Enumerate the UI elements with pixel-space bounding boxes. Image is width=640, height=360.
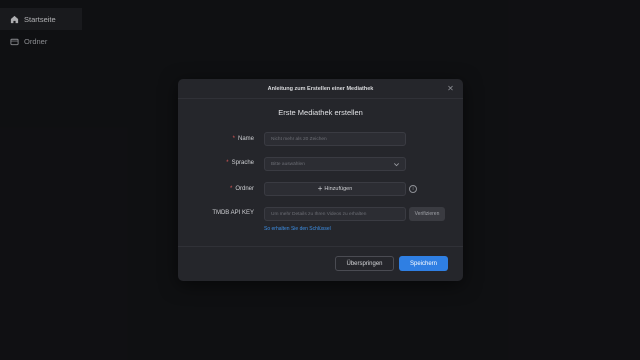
tmdb-placeholder: Um mehr Details zu Ihren Videos zu erhal…	[271, 211, 367, 217]
language-placeholder: Bitte auswählen	[271, 161, 305, 167]
name-placeholder: Nicht mehr als 20 Zeichen	[271, 136, 327, 142]
close-icon[interactable]: ✕	[446, 84, 455, 93]
required-marker: *	[229, 186, 233, 192]
skip-button[interactable]: Überspringen	[335, 256, 394, 271]
api-key-help-link[interactable]: So erhalten Sie den Schlüssel	[264, 226, 331, 232]
language-label: * Sprache	[226, 160, 254, 166]
required-marker: *	[232, 136, 235, 142]
tmdb-api-key-input[interactable]: Um mehr Details zu Ihren Videos zu erhal…	[264, 207, 406, 221]
tmdb-label: TMDB API KEY	[212, 210, 254, 216]
add-folder-button[interactable]: + Hinzufügen	[264, 182, 406, 196]
dialog-header: Anleitung zum Erstellen einer Mediathek	[178, 79, 463, 99]
info-icon[interactable]: i	[409, 185, 417, 193]
add-folder-label: Hinzufügen	[324, 186, 353, 192]
dialog-subtitle: Erste Mediathek erstellen	[278, 108, 363, 117]
verify-button[interactable]: Verifizieren	[409, 207, 445, 221]
footer-divider	[178, 246, 463, 247]
save-button[interactable]: Speichern	[399, 256, 448, 271]
name-label: * Name	[232, 136, 254, 142]
create-library-dialog: Anleitung zum Erstellen einer Mediathek …	[178, 79, 463, 281]
chevron-down-icon	[393, 161, 400, 168]
name-input[interactable]: Nicht mehr als 20 Zeichen	[264, 132, 406, 146]
folder-label: * Ordner	[229, 186, 254, 192]
dialog-title: Anleitung zum Erstellen einer Mediathek	[267, 85, 374, 92]
plus-icon: +	[317, 184, 323, 193]
required-marker: *	[226, 160, 229, 166]
language-select[interactable]: Bitte auswählen	[264, 157, 406, 171]
